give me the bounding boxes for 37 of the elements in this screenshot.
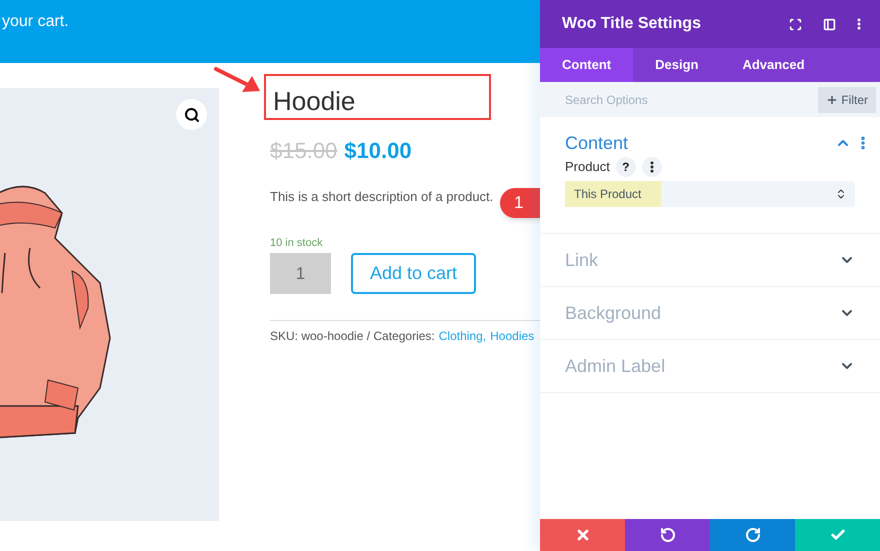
- section-title[interactable]: Background: [565, 300, 839, 326]
- filter-button[interactable]: Filter: [818, 86, 876, 112]
- redo-button[interactable]: [710, 519, 795, 551]
- category-link[interactable]: Hoodies: [490, 327, 534, 345]
- sidebar-icon[interactable]: [823, 18, 836, 30]
- search-field[interactable]: Search Options: [565, 90, 818, 108]
- add-to-cart-button[interactable]: Add to cart: [351, 253, 476, 294]
- section-title[interactable]: Link: [565, 246, 839, 274]
- notice-text: your cart.: [2, 13, 69, 30]
- updown-icon: [835, 188, 847, 200]
- stock-status: 10 in stock: [270, 236, 324, 250]
- quantity-field[interactable]: 1: [270, 253, 331, 294]
- cancel-button[interactable]: [540, 519, 625, 551]
- redo-icon: [744, 527, 760, 543]
- plus-icon: [826, 94, 838, 106]
- expand-icon[interactable]: [789, 18, 802, 30]
- product-title: Hoodie: [273, 86, 356, 116]
- help-button[interactable]: ?: [616, 157, 636, 177]
- sku-text: SKU: woo-hoodie / Categories:: [270, 328, 435, 345]
- more-icon[interactable]: [642, 157, 662, 177]
- old-price: $15.00: [270, 137, 338, 165]
- product-description: This is a short description of a product.: [270, 188, 494, 206]
- panel-title: Woo Title Settings: [562, 14, 702, 34]
- search-icon: [184, 106, 200, 122]
- section-title[interactable]: Admin Label: [565, 352, 839, 380]
- field-label: Product: [565, 158, 610, 176]
- section-title[interactable]: Content: [565, 130, 835, 156]
- tab[interactable]: Advanced: [720, 48, 827, 82]
- undo-button[interactable]: [625, 519, 710, 551]
- product-select[interactable]: This Product: [565, 181, 855, 207]
- tab[interactable]: Design: [633, 48, 720, 82]
- category-link[interactable]: Clothing,: [438, 327, 486, 345]
- close-icon: [574, 527, 590, 543]
- undo-icon: [660, 527, 676, 543]
- price: $10.00: [344, 137, 412, 165]
- search-bar[interactable]: Search Options Filter: [540, 82, 880, 117]
- tab[interactable]: Content: [540, 48, 634, 82]
